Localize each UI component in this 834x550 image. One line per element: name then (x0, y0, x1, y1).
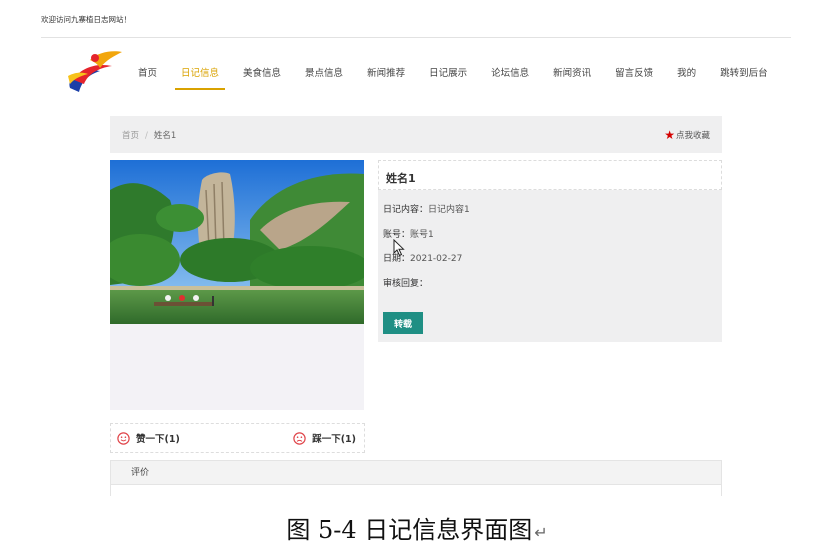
nav-item-mine[interactable]: 我的 (665, 60, 708, 88)
figure-caption: 图 5-4 日记信息界面图 ↵ (0, 510, 834, 545)
star-icon: ★ (664, 128, 675, 142)
photo-panel (110, 160, 364, 410)
scenic-photo (110, 160, 364, 324)
dislike-label: 踩一下(1) (312, 434, 356, 445)
breadcrumb: 首页 / 姓名1 (122, 129, 176, 141)
favorite-label: 点我收藏 (675, 131, 710, 141)
account-value: 账号1 (410, 230, 434, 240)
nav-item-feedback[interactable]: 留言反馈 (603, 60, 665, 88)
mouse-cursor-icon (393, 239, 405, 257)
like-button[interactable]: 赞一下(1) (117, 431, 180, 445)
breadcrumb-bar: 首页 / 姓名1 ★点我收藏 (110, 116, 722, 153)
figure-caption-text: 图 5-4 日记信息界面图 (286, 516, 533, 544)
header-divider (41, 37, 791, 38)
return-mark: ↵ (534, 523, 548, 542)
frown-icon (293, 432, 306, 445)
nav-item-home[interactable]: 首页 (126, 60, 169, 88)
nav-item-news-recommend[interactable]: 新闻推荐 (355, 60, 417, 88)
vote-box: 赞一下(1) 踩一下(1) (110, 423, 365, 453)
review-reply-label: 审核回复： (383, 279, 429, 289)
nav-item-food-info[interactable]: 美食信息 (231, 60, 293, 88)
share-button[interactable]: 转载 (383, 312, 423, 334)
breadcrumb-current: 姓名1 (153, 131, 177, 141)
welcome-text: 欢迎访问九寨植日志网站！ (41, 15, 131, 24)
favorite-button[interactable]: ★点我收藏 (664, 128, 710, 142)
account-row: 账号：账号1 (383, 227, 434, 240)
diary-content-value: 日记内容1 (428, 205, 470, 215)
breadcrumb-separator: / (145, 131, 148, 141)
nav-item-admin[interactable]: 跳转到后台 (708, 60, 780, 88)
main-nav: 首页 日记信息 美食信息 景点信息 新闻推荐 日记展示 论坛信息 新闻资讯 留言… (126, 60, 780, 90)
smile-icon (117, 432, 130, 445)
diary-detail-panel: 姓名1 日记内容：日记内容1 账号：账号1 日期：2021-02-27 审核回复… (378, 160, 722, 342)
nav-item-news[interactable]: 新闻资讯 (541, 60, 603, 88)
nav-item-forum[interactable]: 论坛信息 (479, 60, 541, 88)
nav-item-scenic-info[interactable]: 景点信息 (293, 60, 355, 88)
nav-item-diary-showcase[interactable]: 日记展示 (417, 60, 479, 88)
breadcrumb-home-link[interactable]: 首页 (122, 131, 139, 141)
comments-header: 评价 (111, 461, 721, 485)
date-value: 2021-02-27 (410, 254, 463, 264)
diary-title: 姓名1 (378, 160, 722, 190)
diary-content-row: 日记内容：日记内容1 (383, 202, 470, 215)
nav-item-diary-info[interactable]: 日记信息 (169, 60, 231, 90)
like-label: 赞一下(1) (136, 434, 180, 445)
site-logo[interactable] (62, 46, 126, 94)
diary-content-label: 日记内容： (383, 205, 429, 215)
comments-section: 评价 (110, 460, 722, 500)
dislike-button[interactable]: 踩一下(1) (293, 431, 356, 445)
review-reply-row: 审核回复： (383, 276, 428, 289)
